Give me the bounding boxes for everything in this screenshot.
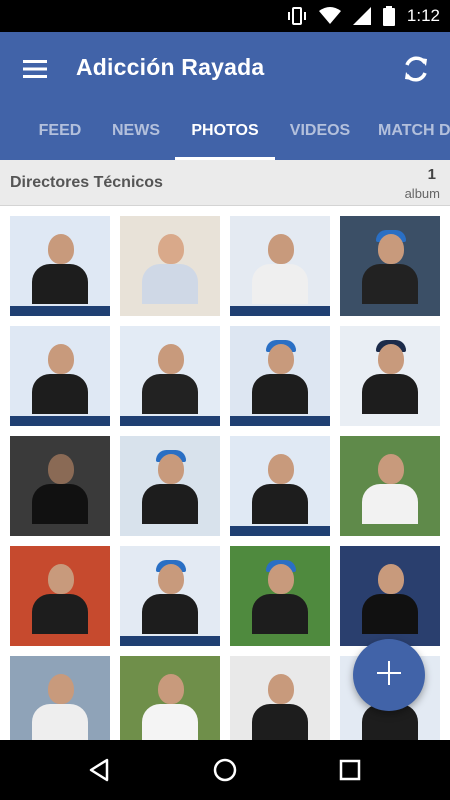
add-fab-button[interactable] bbox=[353, 639, 425, 711]
photo-thumbnail[interactable] bbox=[230, 656, 330, 740]
photo-thumbnail[interactable] bbox=[120, 326, 220, 426]
plus-icon bbox=[376, 660, 402, 691]
status-time: 1:12 bbox=[406, 6, 440, 25]
photo-thumbnail[interactable] bbox=[230, 326, 330, 426]
tab-match-d[interactable]: MATCH D bbox=[378, 106, 450, 160]
tab-news[interactable]: NEWS bbox=[96, 106, 176, 160]
wifi-icon bbox=[318, 7, 341, 25]
photo-thumbnail[interactable] bbox=[10, 656, 110, 740]
photo-thumbnail[interactable] bbox=[10, 216, 110, 316]
tab-photos[interactable]: PHOTOS bbox=[175, 106, 275, 160]
photo-thumbnail[interactable] bbox=[340, 216, 440, 316]
tab-bar: FEED NEWS PHOTOS VIDEOS MATCH D bbox=[0, 106, 450, 160]
app-title: Adicción Rayada bbox=[76, 54, 265, 80]
back-icon[interactable] bbox=[82, 753, 116, 787]
photo-thumbnail[interactable] bbox=[120, 656, 220, 740]
status-bar: 1:12 bbox=[0, 0, 450, 32]
photo-thumbnail[interactable] bbox=[10, 546, 110, 646]
battery-icon bbox=[382, 6, 395, 26]
tab-feed[interactable]: FEED bbox=[20, 106, 100, 160]
photo-thumbnail[interactable] bbox=[120, 436, 220, 536]
photo-thumbnail[interactable] bbox=[230, 546, 330, 646]
signal-icon bbox=[352, 7, 371, 25]
photo-thumbnail[interactable] bbox=[230, 216, 330, 316]
refresh-icon[interactable] bbox=[396, 49, 436, 89]
album-count: 1 bbox=[427, 166, 436, 183]
vibrate-icon bbox=[287, 6, 307, 26]
album-count-label: album bbox=[404, 186, 440, 201]
menu-icon[interactable] bbox=[18, 54, 52, 84]
photo-thumbnail[interactable] bbox=[340, 436, 440, 536]
app-bar: Adicción Rayada bbox=[0, 32, 450, 106]
navigation-bar bbox=[0, 740, 450, 800]
photo-thumbnail[interactable] bbox=[340, 546, 440, 646]
photo-thumbnail[interactable] bbox=[230, 436, 330, 536]
home-icon[interactable] bbox=[208, 753, 242, 787]
recents-icon[interactable] bbox=[333, 753, 367, 787]
photo-thumbnail[interactable] bbox=[10, 436, 110, 536]
photo-thumbnail[interactable] bbox=[120, 546, 220, 646]
album-title: Directores Técnicos bbox=[10, 174, 163, 191]
photo-thumbnail[interactable] bbox=[120, 216, 220, 316]
photo-thumbnail[interactable] bbox=[10, 326, 110, 426]
tab-videos[interactable]: VIDEOS bbox=[278, 106, 362, 160]
album-header[interactable]: Directores Técnicos 1 album bbox=[0, 160, 450, 206]
photo-thumbnail[interactable] bbox=[340, 326, 440, 426]
